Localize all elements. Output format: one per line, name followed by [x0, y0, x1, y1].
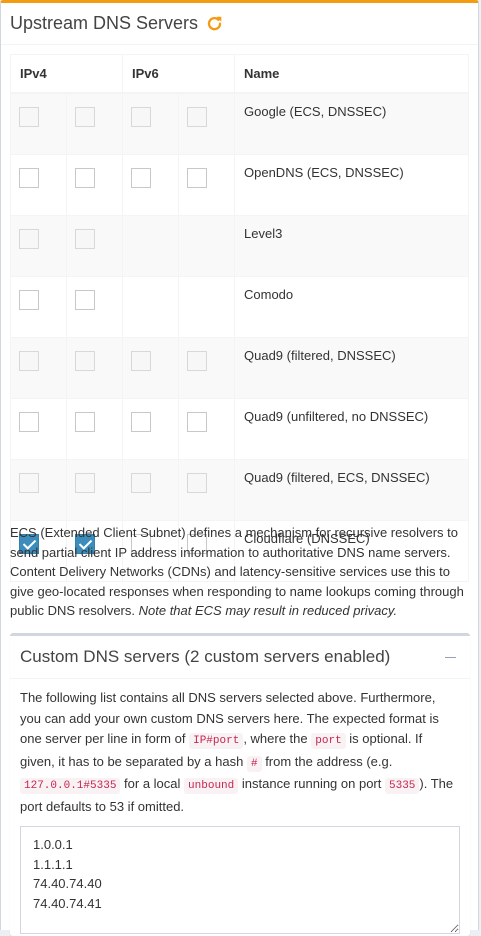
code-port: port — [311, 733, 346, 749]
desc-text: , where the — [243, 731, 308, 746]
ipv4-checkbox[interactable] — [75, 412, 95, 432]
ipv4-cell — [10, 276, 67, 338]
code-example: 127.0.0.1#5335 — [20, 778, 121, 794]
ipv4-cell — [10, 459, 67, 521]
server-name: Comodo — [234, 276, 469, 338]
server-name: OpenDNS (ECS, DNSSEC) — [234, 154, 469, 216]
ipv6-checkbox[interactable] — [131, 168, 151, 188]
custom-dns-description: The following list contains all DNS serv… — [20, 688, 460, 817]
desc-text: for a local — [124, 776, 181, 791]
ipv6-checkbox[interactable] — [187, 168, 207, 188]
table-row: Google (ECS, DNSSEC) — [10, 92, 469, 155]
custom-dns-body: The following list contains all DNS serv… — [10, 679, 470, 934]
ipv4-cell — [10, 154, 67, 216]
ipv4-cell — [66, 459, 123, 521]
table-row: OpenDNS (ECS, DNSSEC) — [10, 154, 469, 216]
ipv4-checkbox[interactable] — [19, 473, 39, 493]
ipv6-cell — [178, 154, 235, 216]
ipv6-checkbox[interactable] — [131, 351, 151, 371]
ipv4-checkbox[interactable] — [75, 168, 95, 188]
code-hash: # — [246, 755, 262, 772]
refresh-icon[interactable] — [206, 15, 223, 32]
ipv4-cell — [10, 215, 67, 277]
upstream-dns-box: Upstream DNS Servers IPv4 IPv6 Name Goog… — [0, 0, 479, 936]
ipv4-cell — [10, 92, 67, 155]
ipv6-cell — [178, 459, 235, 521]
server-name: Quad9 (filtered, DNSSEC) — [234, 337, 469, 399]
server-name: Quad9 (unfiltered, no DNSSEC) — [234, 398, 469, 460]
ipv6-cell — [122, 398, 179, 460]
ipv6-cell — [122, 92, 179, 155]
ipv4-checkbox[interactable] — [75, 351, 95, 371]
table-row: Level3 — [10, 215, 469, 277]
table-row: Quad9 (filtered, ECS, DNSSEC) — [10, 459, 469, 521]
server-name: Google (ECS, DNSSEC) — [234, 92, 469, 155]
ipv4-checkbox[interactable] — [19, 168, 39, 188]
desc-text: instance running on port — [241, 776, 382, 791]
code-unbound: unbound — [184, 778, 239, 794]
custom-dns-box: Custom DNS servers (2 custom servers ena… — [10, 633, 470, 936]
server-name: Quad9 (filtered, ECS, DNSSEC) — [234, 459, 469, 521]
server-name: Level3 — [234, 215, 469, 277]
ipv4-checkbox[interactable] — [75, 290, 95, 310]
table-row: Quad9 (filtered, DNSSEC) — [10, 337, 469, 399]
ipv6-checkbox[interactable] — [187, 107, 207, 127]
custom-dns-header: Custom DNS servers (2 custom servers ena… — [10, 636, 470, 679]
ipv6-checkbox[interactable] — [187, 412, 207, 432]
ipv6-cell — [178, 215, 235, 277]
ipv6-cell — [178, 92, 235, 155]
ipv6-checkbox[interactable] — [131, 473, 151, 493]
ipv6-cell — [122, 215, 179, 277]
ipv4-cell — [10, 398, 67, 460]
ipv6-cell — [122, 276, 179, 338]
code-ip-port: IP#port — [189, 733, 244, 749]
minus-icon[interactable] — [440, 647, 460, 667]
custom-dns-title: Custom DNS servers (2 custom servers ena… — [20, 647, 391, 666]
ipv4-checkbox[interactable] — [75, 229, 95, 249]
ipv4-checkbox[interactable] — [75, 473, 95, 493]
column-header-name: Name — [234, 54, 469, 94]
custom-dns-textarea[interactable] — [20, 826, 460, 934]
table-row: Quad9 (unfiltered, no DNSSEC) — [10, 398, 469, 460]
ipv6-checkbox[interactable] — [131, 412, 151, 432]
ipv6-checkbox[interactable] — [187, 351, 207, 371]
ipv4-cell — [66, 154, 123, 216]
box-header: Upstream DNS Servers — [1, 3, 478, 45]
ipv6-cell — [122, 337, 179, 399]
code-port-number: 5335 — [385, 778, 420, 794]
ipv4-checkbox[interactable] — [19, 229, 39, 249]
ipv4-cell — [66, 337, 123, 399]
ipv6-cell — [178, 276, 235, 338]
desc-text: from the address (e.g. — [265, 753, 393, 769]
column-header-ipv4: IPv4 — [10, 54, 123, 94]
box-title: Upstream DNS Servers — [10, 13, 199, 33]
dns-server-table: IPv4 IPv6 Name Google (ECS, DNSSEC) OpenD… — [10, 54, 469, 582]
ipv4-cell — [66, 92, 123, 155]
ipv6-cell — [122, 459, 179, 521]
column-header-ipv6: IPv6 — [122, 54, 235, 94]
ipv4-cell — [10, 337, 67, 399]
ipv6-cell — [122, 154, 179, 216]
table-row: Comodo — [10, 276, 469, 338]
ipv4-cell — [66, 276, 123, 338]
ipv4-checkbox[interactable] — [75, 107, 95, 127]
ipv4-cell — [66, 215, 123, 277]
ipv4-cell — [66, 398, 123, 460]
ipv4-checkbox[interactable] — [19, 351, 39, 371]
ipv6-checkbox[interactable] — [187, 473, 207, 493]
ipv6-cell — [178, 398, 235, 460]
ipv6-checkbox[interactable] — [131, 107, 151, 127]
ipv4-checkbox[interactable] — [19, 107, 39, 127]
ecs-note: Note that ECS may result in reduced priv… — [138, 603, 398, 618]
ecs-description: ECS (Extended Client Subnet) defines a m… — [10, 523, 473, 621]
ipv6-cell — [178, 337, 235, 399]
ipv4-checkbox[interactable] — [19, 290, 39, 310]
ipv4-checkbox[interactable] — [19, 412, 39, 432]
